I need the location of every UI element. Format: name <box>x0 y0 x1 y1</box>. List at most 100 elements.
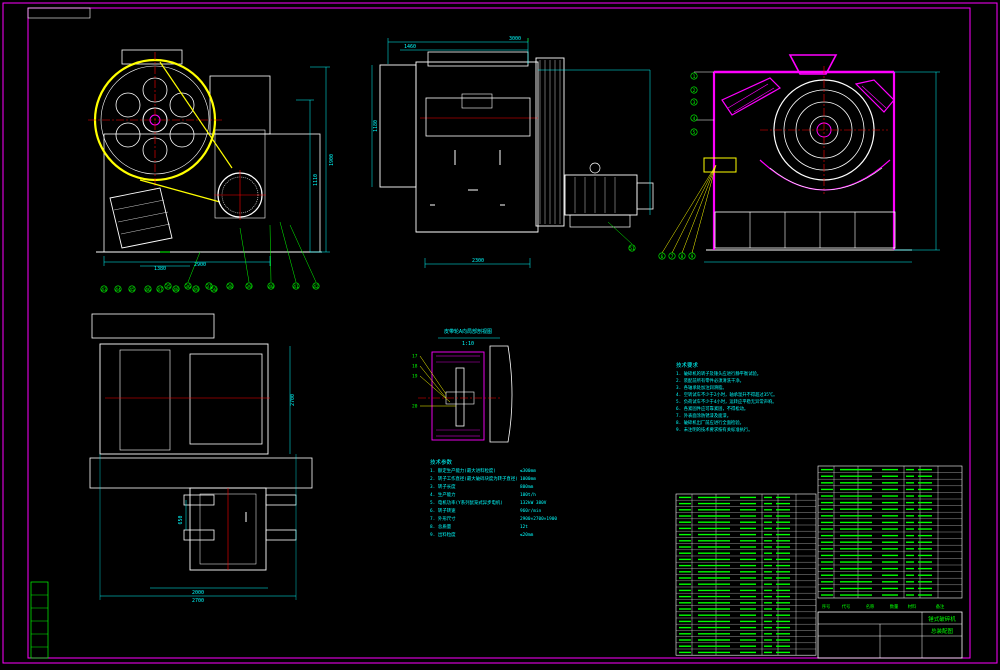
item-number: 40 <box>268 284 274 290</box>
note-line: 8. 破碎机出厂前应进行全面检验。 <box>676 419 744 426</box>
title-sub: 总装配图 <box>931 627 954 635</box>
parts-list-header: 序号 代号 名称 数量 材料 备注 <box>822 603 945 610</box>
item-number: 38 <box>227 284 233 290</box>
balloons-v4: 43 44 45 46 47 48 49 50 <box>100 285 218 293</box>
note-line: 7. 外表面涂防锈漆及面漆。 <box>676 412 731 419</box>
title-name: 锤式破碎机 <box>928 615 956 623</box>
item-number: 44 <box>115 287 121 293</box>
section-label: 17 <box>412 354 418 360</box>
item-number: 6 <box>661 254 664 260</box>
item-balloon: 47 <box>156 285 164 293</box>
item-number: 5 <box>693 130 696 136</box>
item-number: 9 <box>691 254 694 260</box>
spec-key: 9. 出料粒度 <box>430 531 456 538</box>
spec-value: 1000mm <box>520 476 536 482</box>
note-line: 5. 负荷试车不少于4小时，运转应平稳无异常声响。 <box>676 398 777 405</box>
item-balloon: 1 <box>690 72 698 80</box>
item-balloon: 38 <box>226 282 234 290</box>
dim-v1-base-span: 1380 <box>154 266 166 272</box>
note-line: 1. 破碎机的转子及锤头应进行静平衡试验。 <box>676 370 761 377</box>
pulley-section <box>418 337 513 443</box>
spec-value: 132kW 380V <box>520 500 547 506</box>
note-line: 4. 空转试车不少于2小时，轴承温升不得超过35℃。 <box>676 391 777 398</box>
section-labels: 17 18 19 20 <box>412 354 418 410</box>
item-number: 36 <box>185 284 191 290</box>
item-balloon: 46 <box>144 285 152 293</box>
item-balloon: 36 <box>184 282 192 290</box>
section-label: 18 <box>412 364 418 370</box>
spec-key: 1. 额定生产能力(最大进料粒度) <box>430 467 496 474</box>
dim-v4-offset: 650 <box>178 515 184 524</box>
item-balloon: 2 <box>690 86 698 94</box>
drawing-number-box <box>27 7 91 19</box>
spec-value: 2900×2700×1900 <box>520 516 557 522</box>
spec-value: ≤20mm <box>520 532 534 538</box>
dim-v2-width-b: 2300 <box>472 258 484 264</box>
item-number: 47 <box>157 287 163 293</box>
spec-key: 8. 总质量 <box>430 523 452 530</box>
note-line: 2. 装配前所有零件必须清洗干净。 <box>676 377 744 384</box>
spec-key: 3. 转子长度 <box>430 483 456 490</box>
spec-title: 技术参数 <box>430 458 453 466</box>
item-number: 41 <box>293 284 299 290</box>
dim-v2-width: 3000 <box>509 36 521 42</box>
dim-v2-top: 1460 <box>404 44 416 50</box>
item-balloon: 4 <box>690 114 698 122</box>
item-number: 3 <box>693 100 696 106</box>
section-scale: 1:10 <box>462 341 474 347</box>
section-label: 19 <box>412 374 418 380</box>
spec-value: 960r/min <box>520 508 542 514</box>
cad-drawing-sheet: 2900 1380 1900 1110 35 36 37 38 39 40 41 42 <box>0 0 1000 666</box>
parts-list-header-cell: 名称 <box>866 603 875 610</box>
view-section <box>661 54 940 263</box>
item-balloon: 3 <box>690 98 698 106</box>
item-balloon: 51 <box>628 244 636 252</box>
spec-key: 5. 电机功率(Y系列鼠笼式异步电机) <box>430 499 503 506</box>
drawing-svg: 2900 1380 1900 1110 35 36 37 38 39 40 41 42 <box>2 2 998 664</box>
parts-list-header-cell: 序号 <box>822 603 831 610</box>
item-number: 35 <box>165 284 171 290</box>
spec-list: 1. 额定生产能力(最大进料粒度) ≤300mm2. 转子工作直径(最大破碎块度为… <box>430 467 557 538</box>
spec-key: 4. 生产能力 <box>430 491 456 498</box>
item-number: 46 <box>145 287 151 293</box>
parts-list <box>675 465 963 656</box>
item-number: 42 <box>313 284 319 290</box>
parts-list-header-cell: 代号 <box>842 603 851 610</box>
inner-frame <box>27 7 971 659</box>
item-balloon: 44 <box>114 285 122 293</box>
item-balloon: 48 <box>172 285 180 293</box>
parts-list-header-cell: 数量 <box>890 603 899 610</box>
spec-key: 7. 外形尺寸 <box>430 515 456 522</box>
dim-v2-height: 1180 <box>373 120 379 132</box>
item-number: 7 <box>671 254 674 260</box>
item-number: 50 <box>211 287 217 293</box>
item-number: 48 <box>173 287 179 293</box>
note-line: 9. 未注明的技术要求按有关标准执行。 <box>676 426 753 433</box>
view-front <box>88 49 330 283</box>
view-side <box>371 38 654 268</box>
dim-v1-overall-width: 2900 <box>194 262 206 268</box>
item-balloon: 49 <box>192 285 200 293</box>
item-number: 39 <box>246 284 252 290</box>
item-balloon: 41 <box>292 282 300 290</box>
item-number: 2 <box>693 88 696 94</box>
note-line: 6. 各紧固件应可靠紧固，不得松动。 <box>676 405 748 412</box>
notes-list: 1. 破碎机的转子及锤头应进行静平衡试验。2. 装配前所有零件必须清洗干净。3.… <box>676 370 777 433</box>
spec-value: 100t/h <box>520 492 536 498</box>
spec-key: 6. 转子转速 <box>430 507 456 514</box>
view-plan <box>89 313 313 600</box>
item-number: 45 <box>129 287 135 293</box>
dim-v1-total-height: 1900 <box>329 154 335 166</box>
item-number: 4 <box>693 116 696 122</box>
section-label: 20 <box>412 404 418 410</box>
item-balloon: 40 <box>267 282 275 290</box>
item-number: 51 <box>629 246 635 252</box>
item-balloon: 39 <box>245 282 253 290</box>
dim-v4-span-b: 2700 <box>192 598 204 604</box>
item-balloon: 50 <box>210 285 218 293</box>
binding-strip <box>30 581 49 659</box>
notes-title: 技术要求 <box>676 361 699 369</box>
spec-value: 12t <box>520 524 528 530</box>
balloons-v1: 35 36 37 38 39 40 41 42 <box>164 282 320 290</box>
item-balloon: 8 <box>678 252 686 260</box>
